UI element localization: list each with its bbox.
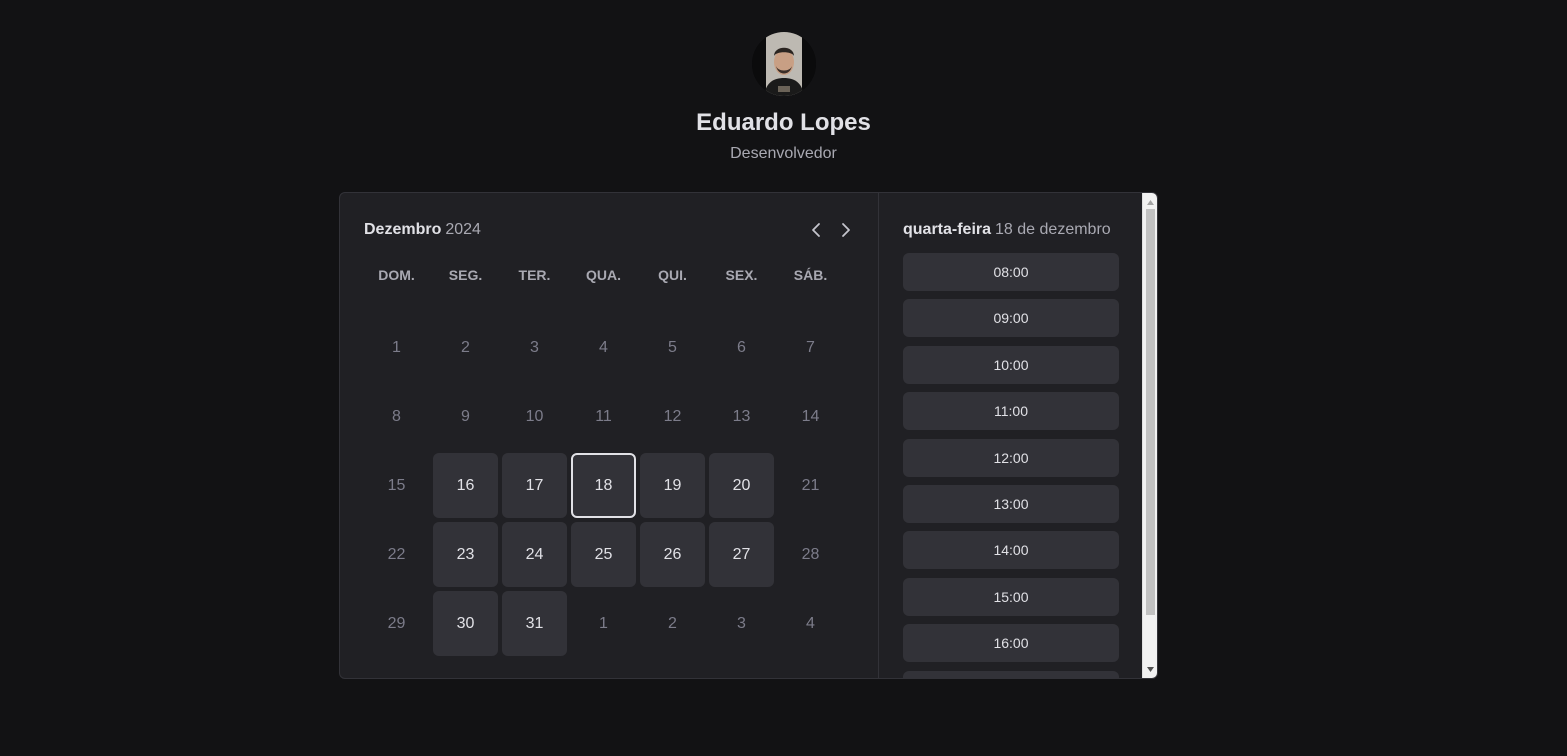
time-picker-date: 18 de dezembro — [995, 221, 1111, 238]
calendar-day: 28 — [801, 545, 820, 563]
calendar-day: 1 — [392, 338, 401, 356]
weekday-label: TER. — [518, 267, 551, 283]
calendar-title: Dezembro 2024 — [364, 221, 481, 239]
calendar-day: 10 — [525, 407, 544, 425]
caret-right-icon — [842, 223, 850, 237]
calendar-day[interactable]: 26 — [640, 522, 705, 587]
calendar-day[interactable]: 31 — [502, 591, 567, 656]
calendar-day: 8 — [392, 407, 401, 425]
calendar-week-row: 1 2 3 4 5 6 7 — [364, 315, 843, 380]
weekday-label: QUI. — [658, 267, 687, 283]
calendar-day: 2 — [461, 338, 470, 356]
calendar-day: 4 — [599, 338, 608, 356]
calendar-day[interactable]: 30 — [433, 591, 498, 656]
calendar-month: Dezembro — [364, 221, 442, 238]
calendar-day: 22 — [387, 545, 406, 563]
previous-month-button[interactable] — [808, 220, 824, 240]
calendar-day: 11 — [595, 407, 612, 425]
avatar — [751, 32, 816, 96]
calendar-day: 5 — [668, 338, 677, 356]
time-list: 08:00 09:00 10:00 11:00 12:00 13:00 14:00 15:00… — [903, 253, 1119, 678]
time-picker: quarta-feira 18 de dezembro 08:00 09:00 10:… — [879, 193, 1143, 678]
calendar-day[interactable]: 24 — [502, 522, 567, 587]
calendar-day: 13 — [732, 407, 751, 425]
time-slot-button[interactable]: 14:00 — [903, 531, 1119, 570]
calendar-day: 2 — [668, 614, 677, 632]
profile-role: Desenvolvedor — [730, 145, 837, 162]
calendar-day: 12 — [663, 407, 682, 425]
scroll-thumb[interactable] — [1146, 209, 1155, 615]
calendar-week-row: 8 9 10 11 12 13 14 — [364, 384, 843, 449]
calendar-day[interactable]: 19 — [640, 453, 705, 518]
time-slot-button[interactable] — [903, 670, 1119, 678]
calendar-day: 1 — [599, 614, 608, 632]
calendar-day-selected[interactable]: 18 — [571, 453, 636, 518]
calendar-day: 3 — [530, 338, 539, 356]
calendar-day: 21 — [801, 476, 820, 494]
calendar: Dezembro 2024 DOM. SEG. TER. QUA. QUI. SEX. SÁB… — [340, 193, 878, 678]
time-slot-button[interactable]: 10:00 — [903, 345, 1119, 384]
calendar-nav — [808, 220, 854, 240]
profile-header: Eduardo Lopes Desenvolvedor — [0, 0, 1567, 164]
calendar-day: 6 — [737, 338, 746, 356]
profile-name: Eduardo Lopes — [696, 109, 871, 136]
calendar-day: 3 — [737, 614, 746, 632]
caret-left-icon — [812, 223, 820, 237]
calendar-day[interactable]: 17 — [502, 453, 567, 518]
calendar-year: 2024 — [445, 221, 481, 238]
time-picker-header: quarta-feira 18 de dezembro — [903, 217, 1119, 243]
time-slot-button[interactable]: 09:00 — [903, 299, 1119, 338]
calendar-week-row: 29 30 31 1 2 3 4 — [364, 591, 843, 656]
calendar-week-row: 15 16 17 18 19 20 21 — [364, 453, 843, 518]
scheduling-card: Dezembro 2024 DOM. SEG. TER. QUA. QUI. SEX. SÁB… — [339, 192, 1158, 679]
calendar-day[interactable]: 16 — [433, 453, 498, 518]
time-slot-button[interactable]: 08:00 — [903, 253, 1119, 291]
weekday-label: QUA. — [586, 267, 621, 283]
calendar-grid: DOM. SEG. TER. QUA. QUI. SEX. SÁB. 1 2 3 4 5 6 7 8 9 10… — [360, 251, 847, 660]
time-slot-button[interactable]: 15:00 — [903, 577, 1119, 616]
next-month-button[interactable] — [838, 220, 854, 240]
time-slot-button[interactable]: 13:00 — [903, 484, 1119, 523]
calendar-day[interactable]: 25 — [571, 522, 636, 587]
time-picker-weekday: quarta-feira — [903, 221, 992, 238]
calendar-day: 7 — [806, 338, 815, 356]
calendar-day[interactable]: 23 — [433, 522, 498, 587]
calendar-day: 9 — [461, 407, 470, 425]
calendar-day: 4 — [806, 614, 815, 632]
calendar-day[interactable]: 20 — [709, 453, 774, 518]
weekday-label: SÁB. — [793, 267, 828, 283]
weekday-label: SEG. — [448, 267, 483, 283]
calendar-day[interactable]: 27 — [709, 522, 774, 587]
scroll-up-arrow-icon[interactable] — [1143, 195, 1157, 209]
calendar-day: 14 — [801, 407, 820, 425]
calendar-day: 15 — [387, 476, 406, 494]
time-slot-button[interactable]: 11:00 — [903, 392, 1119, 431]
scroll-down-arrow-icon[interactable] — [1143, 662, 1157, 676]
time-slot-button[interactable]: 16:00 — [903, 624, 1119, 663]
time-slot-button[interactable]: 12:00 — [903, 438, 1119, 477]
calendar-week-row: 22 23 24 25 26 27 28 — [364, 522, 843, 587]
weekday-label: SEX. — [725, 267, 758, 283]
calendar-day: 29 — [387, 614, 406, 632]
calendar-header: Dezembro 2024 — [364, 217, 854, 243]
weekday-label: DOM. — [378, 267, 415, 283]
scrollbar[interactable] — [1142, 193, 1157, 678]
